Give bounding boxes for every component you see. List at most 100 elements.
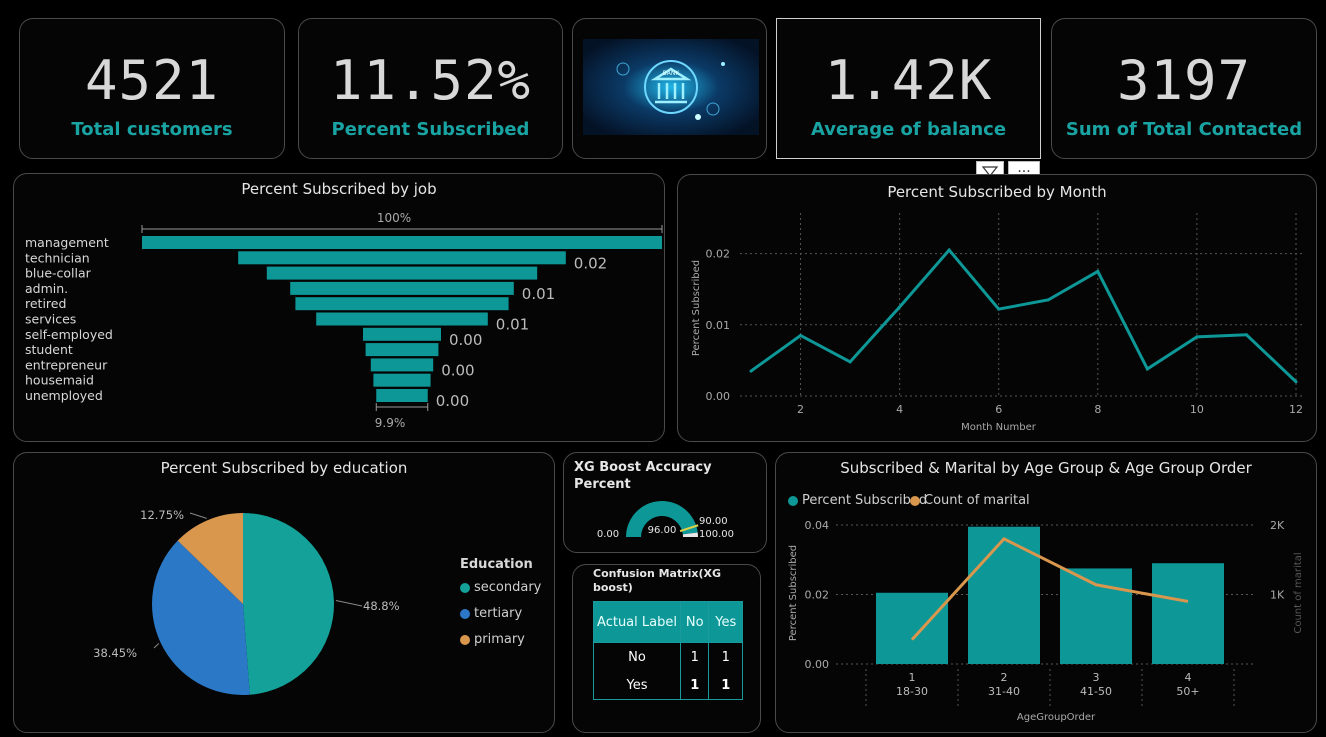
gauge-value-label: 96.00 bbox=[648, 525, 677, 536]
y-tick-label: 0.01 bbox=[706, 319, 731, 332]
funnel-bar bbox=[238, 251, 566, 265]
bank-image-text: BANK bbox=[663, 70, 681, 77]
kpi-total-customers[interactable]: 4521 Total customers bbox=[19, 18, 285, 159]
age-group-chart-card[interactable]: Subscribed & Marital by Age Group & Age … bbox=[775, 452, 1317, 733]
count-line bbox=[910, 537, 1189, 641]
data-point bbox=[1046, 298, 1050, 302]
data-point bbox=[1294, 380, 1298, 384]
gauge-card[interactable]: XG Boost Accuracy Percent 96.00 0.00 90.00… bbox=[563, 452, 767, 553]
job-funnel-chart: 100% managementtechnician 0.02 blue-collara… bbox=[25, 211, 663, 430]
y-tick-label: 0.02 bbox=[805, 589, 830, 602]
data-label: 0.00 bbox=[449, 331, 482, 349]
data-label: 0.00 bbox=[436, 392, 469, 410]
kpi-label: Sum of Total Contacted bbox=[1065, 119, 1303, 140]
funnel-bar bbox=[370, 358, 434, 372]
kpi-average-balance[interactable]: 1.42K Average of balance bbox=[776, 18, 1041, 159]
bar bbox=[968, 526, 1040, 664]
funnel-bar bbox=[290, 281, 514, 295]
bottom-percent-label: 9.9% bbox=[375, 416, 406, 430]
table-cell: 1 bbox=[708, 671, 743, 700]
job-category-label: services bbox=[25, 312, 76, 327]
kpi-label: Percent Subscribed bbox=[331, 119, 530, 140]
job-category-label: housemaid bbox=[25, 373, 94, 388]
kpi-value: 4521 bbox=[84, 49, 220, 112]
x-tick-label: 4 bbox=[896, 403, 903, 416]
data-point bbox=[947, 248, 951, 252]
row-label: No bbox=[593, 642, 681, 671]
slice-label: 12.75% bbox=[140, 508, 184, 522]
kpi-total-contacted[interactable]: 3197 Sum of Total Contacted bbox=[1051, 18, 1317, 159]
table-header-row: Actual Label No Yes bbox=[593, 601, 743, 643]
header-cell: Actual Label bbox=[593, 601, 681, 643]
legend-dot bbox=[460, 608, 470, 619]
confusion-title: Confusion Matrix(XG boost) bbox=[593, 567, 721, 595]
table-cell: 1 bbox=[708, 642, 743, 671]
age-group-combo-chart: 0.00 0.02 0.04 1K 2K 118-30 231-40 341-50 450+ Ag… bbox=[788, 519, 1304, 723]
data-point bbox=[997, 307, 1001, 311]
month-line-chart: 0.00 0.01 0.02 2 4 6 8 10 12 Month Number Percent … bbox=[691, 213, 1303, 433]
header-cell: No bbox=[679, 601, 710, 643]
job-category-label: entrepreneur bbox=[25, 357, 108, 372]
bar bbox=[1060, 568, 1132, 664]
leader-line bbox=[153, 643, 160, 649]
legend-item-primary[interactable]: primary bbox=[460, 632, 525, 647]
y-tick-label: 0.00 bbox=[805, 658, 830, 671]
y-tick-label: 0.00 bbox=[706, 390, 731, 403]
gauge-max-label: 100.00 bbox=[699, 529, 734, 540]
education-chart-card[interactable]: Percent Subscribed by education 48.8% 38.… bbox=[13, 452, 555, 733]
x-tick-label: 4 bbox=[1185, 671, 1192, 684]
funnel-bar bbox=[142, 236, 662, 249]
x-tick-label: 12 bbox=[1289, 403, 1303, 416]
y2-axis-title: Count of marital bbox=[1293, 552, 1304, 633]
data-point bbox=[1244, 333, 1248, 337]
table-row: No 1 1 bbox=[593, 642, 743, 671]
data-point bbox=[898, 305, 902, 309]
bar bbox=[876, 592, 948, 664]
kpi-label: Average of balance bbox=[810, 119, 1007, 140]
gauge-min-label: 0.00 bbox=[597, 529, 619, 540]
kpi-value: 1.42K bbox=[824, 49, 993, 112]
legend-item-tertiary[interactable]: tertiary bbox=[460, 606, 522, 621]
y-tick-label: 0.04 bbox=[805, 519, 830, 532]
accuracy-gauge: 96.00 0.00 90.00 100.00 bbox=[597, 501, 734, 540]
legend-dot bbox=[460, 634, 470, 645]
kpi-label: Total customers bbox=[71, 119, 233, 140]
funnel-bar bbox=[373, 373, 431, 387]
data-label: 0.02 bbox=[574, 254, 607, 272]
gauge-target-label: 90.00 bbox=[699, 516, 728, 527]
y2-tick-label: 2K bbox=[1270, 519, 1285, 532]
education-pie-chart: 48.8% 38.45% 12.75% bbox=[93, 508, 400, 695]
job-category-label: retired bbox=[25, 296, 66, 311]
data-point bbox=[1145, 367, 1149, 371]
confusion-matrix-card[interactable]: Confusion Matrix(XG boost) Actual Label … bbox=[572, 564, 761, 733]
data-point bbox=[749, 369, 753, 373]
x-subcategory-label: 41-50 bbox=[1080, 685, 1112, 698]
bar bbox=[1152, 563, 1224, 664]
month-chart-card[interactable]: Percent Subscribed by Month 0.00 0.01 0.02… bbox=[677, 174, 1317, 442]
data-point bbox=[1195, 335, 1199, 339]
kpi-value: 11.52% bbox=[329, 49, 532, 112]
job-category-label: blue-collar bbox=[25, 266, 92, 281]
kpi-value: 3197 bbox=[1116, 49, 1252, 112]
series-line bbox=[750, 247, 1298, 383]
leader-line bbox=[189, 512, 207, 519]
data-point bbox=[848, 360, 852, 364]
y-axis-title: Percent Subscribed bbox=[788, 545, 799, 641]
x-tick-label: 10 bbox=[1190, 403, 1204, 416]
table-cell: 1 bbox=[679, 671, 710, 700]
x-tick-label: 2 bbox=[797, 403, 804, 416]
job-chart-card[interactable]: Percent Subscribed by job 100% management… bbox=[13, 173, 665, 442]
x-axis-title: AgeGroupOrder bbox=[1017, 712, 1096, 723]
legend-item-secondary[interactable]: secondary bbox=[460, 580, 541, 595]
pie-slice-secondary bbox=[243, 513, 335, 695]
kpi-percent-subscribed[interactable]: 11.52% Percent Subscribed bbox=[298, 18, 563, 159]
data-point bbox=[799, 333, 803, 337]
funnel-bar bbox=[365, 343, 439, 357]
x-subcategory-label: 50+ bbox=[1176, 685, 1199, 698]
x-axis-title: Month Number bbox=[961, 422, 1037, 433]
y-axis-title: Percent Subscribed bbox=[691, 260, 702, 356]
funnel-bar bbox=[316, 312, 488, 326]
header-cell: Yes bbox=[708, 601, 743, 643]
funnel-bar bbox=[363, 327, 441, 341]
confusion-title-line2: boost) bbox=[593, 581, 633, 594]
